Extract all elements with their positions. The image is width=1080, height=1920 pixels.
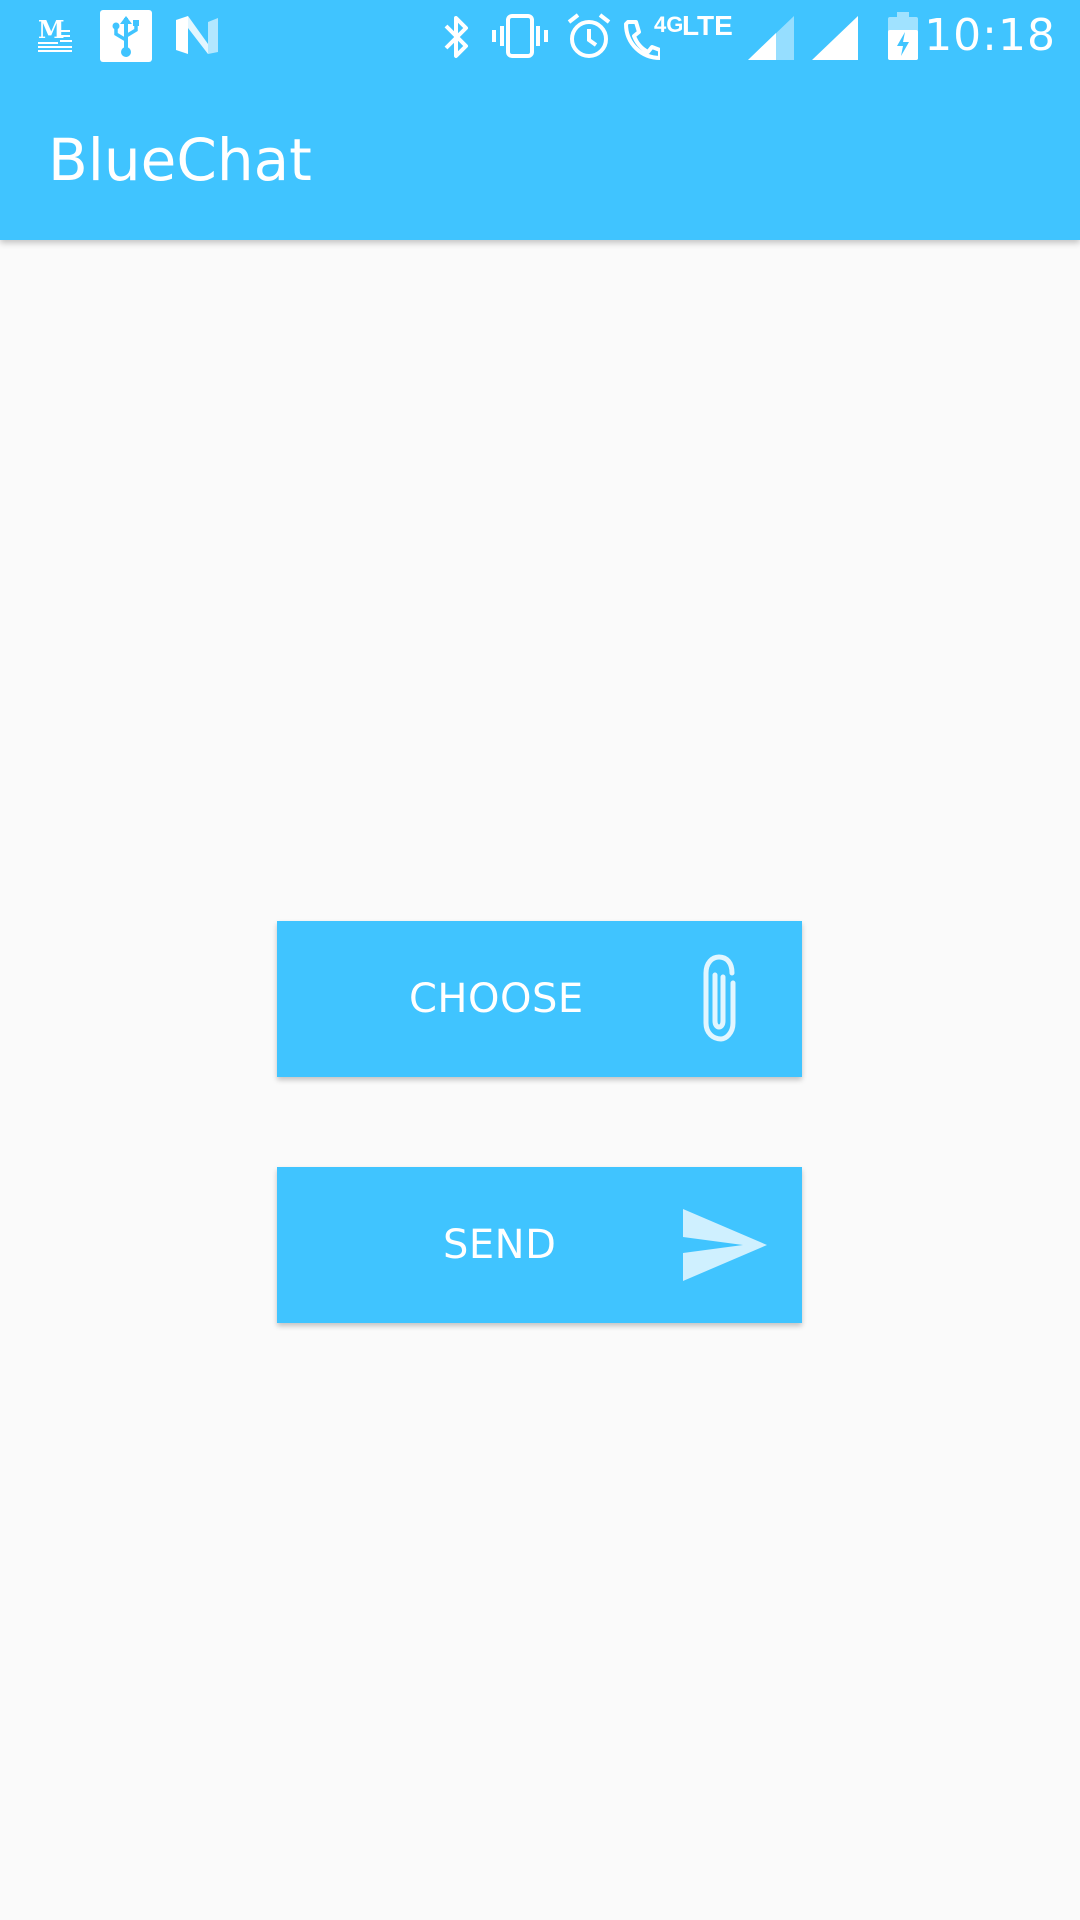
alarm-icon xyxy=(567,13,611,58)
choose-button[interactable]: CHOOSE xyxy=(277,921,802,1077)
network-lte-label: LTE xyxy=(682,10,733,41)
battery-charging-icon xyxy=(888,12,918,60)
nougat-icon xyxy=(176,16,218,54)
gmail-icon: M xyxy=(38,16,72,52)
send-button[interactable]: SEND xyxy=(277,1167,802,1323)
send-button-label: SEND xyxy=(443,1222,557,1268)
bluetooth-icon xyxy=(444,16,468,58)
status-clock: 10:18 xyxy=(924,10,1056,61)
usb-icon xyxy=(100,10,152,62)
app-bar: M 4G LTE 10:18 BlueChat xyxy=(0,0,1080,240)
app-title: BlueChat xyxy=(48,126,312,194)
signal-icon xyxy=(812,16,858,60)
signal-icon xyxy=(748,16,794,60)
network-4g-label: 4G xyxy=(654,12,684,37)
send-icon xyxy=(683,1209,767,1281)
choose-button-label: CHOOSE xyxy=(409,976,584,1022)
paperclip-icon xyxy=(703,954,736,1042)
vibrate-icon xyxy=(492,14,548,58)
status-bar: M 4G LTE 10:18 xyxy=(0,0,1080,72)
